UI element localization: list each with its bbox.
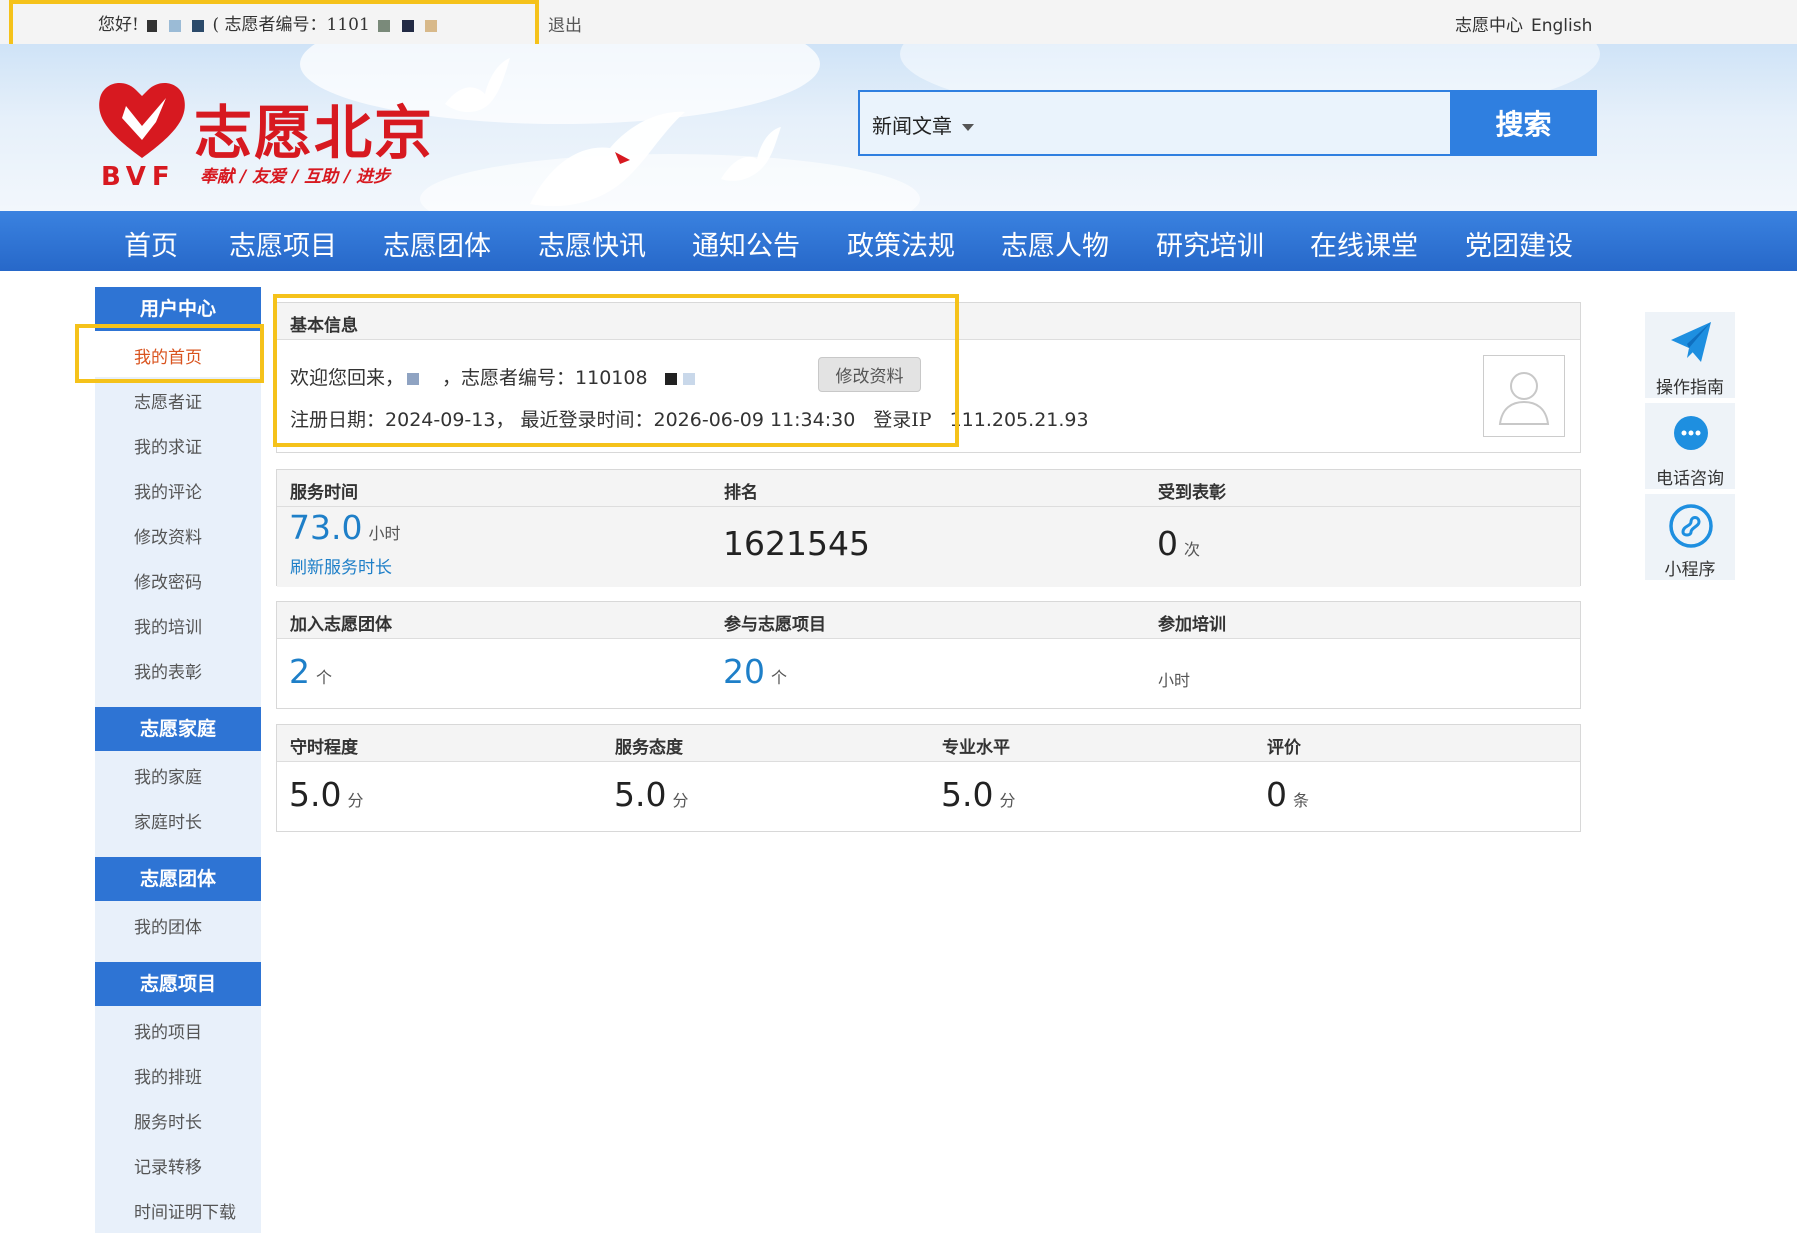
dove-icon xyxy=(445,58,510,113)
logo-slogan: 奉献 / 友爱 / 互助 / 进步 xyxy=(200,167,391,187)
login-ip: 111.205.21.93 xyxy=(949,409,1089,431)
rank-value: 1621545 xyxy=(723,524,870,563)
service-stats-panel xyxy=(276,469,1581,587)
highlight-box xyxy=(273,294,959,447)
nav-item-research[interactable]: 研究培训 xyxy=(1156,224,1264,263)
punctuality-label: 守时程度 xyxy=(290,738,358,758)
training-label: 参加培训 xyxy=(1158,615,1226,635)
projects-value: 20 个 xyxy=(723,652,788,691)
main-nav: 首页 志愿项目 志愿团体 志愿快讯 通知公告 政策法规 志愿人物 研究培训 在线… xyxy=(0,211,1797,271)
logo-text: 志愿北京 xyxy=(194,99,435,167)
sidebar-item-my-schedule[interactable]: 我的排班 xyxy=(134,1063,202,1088)
groups-label: 加入志愿团体 xyxy=(290,615,392,635)
review-label: 评价 xyxy=(1267,738,1301,758)
logout-link[interactable]: 退出 xyxy=(548,11,582,36)
sidebar-item-change-password[interactable]: 修改密码 xyxy=(134,568,202,593)
review-count: 0条 xyxy=(1266,775,1310,814)
highlight-box xyxy=(75,324,264,383)
nav-item-policies[interactable]: 政策法规 xyxy=(847,224,955,263)
sidebar-item-edit-profile[interactable]: 修改资料 xyxy=(134,523,202,548)
evaluation-stats-panel xyxy=(276,724,1581,832)
sidebar-item-record-transfer[interactable]: 记录转移 xyxy=(134,1153,202,1178)
phone-consult-tool[interactable]: 电话咨询 xyxy=(1645,403,1735,489)
phone-consult-label: 电话咨询 xyxy=(1656,469,1724,489)
sidebar-item-time-certificate[interactable]: 时间证明下载 xyxy=(134,1198,236,1223)
participation-stats-panel xyxy=(276,601,1581,709)
sidebar xyxy=(95,287,261,1233)
user-placeholder-icon xyxy=(1498,372,1550,425)
sidebar-section-family[interactable]: 志愿家庭 xyxy=(95,707,261,751)
logo-abbr: BVF xyxy=(101,162,176,192)
sidebar-section-groups[interactable]: 志愿团体 xyxy=(95,857,261,901)
training-unit: 小时 xyxy=(1158,671,1191,690)
mini-program-label: 小程序 xyxy=(1664,560,1716,580)
attitude-score: 5.0 分 xyxy=(614,775,689,814)
mini-program-icon xyxy=(1669,504,1713,548)
sidebar-item-my-verification[interactable]: 我的求证 xyxy=(134,433,202,458)
dove-icon xyxy=(721,127,781,181)
nav-item-home[interactable]: 首页 xyxy=(124,224,178,263)
groups-value: 2个 xyxy=(289,652,333,691)
guide-tool[interactable]: 操作指南 xyxy=(1645,312,1735,398)
search-button[interactable]: 搜索 xyxy=(1450,90,1597,156)
service-time-value: 73.0 小时 xyxy=(289,508,401,547)
nav-item-projects[interactable]: 志愿项目 xyxy=(229,224,337,263)
projects-label: 参与志愿项目 xyxy=(724,615,826,635)
nav-item-notices[interactable]: 通知公告 xyxy=(692,224,800,263)
sidebar-item-service-hours[interactable]: 服务时长 xyxy=(134,1108,202,1133)
guide-label: 操作指南 xyxy=(1656,378,1724,398)
top-right-links: 志愿中心 English xyxy=(1455,11,1592,36)
sidebar-item-family-hours[interactable]: 家庭时长 xyxy=(134,808,202,833)
nav-item-groups[interactable]: 志愿团体 xyxy=(383,224,491,263)
honor-value: 0次 xyxy=(1157,524,1201,563)
service-time-label: 服务时间 xyxy=(290,483,358,503)
sidebar-item-my-groups[interactable]: 我的团体 xyxy=(134,913,202,938)
sidebar-section-projects[interactable]: 志愿项目 xyxy=(95,962,261,1006)
nav-item-courses[interactable]: 在线课堂 xyxy=(1310,224,1418,263)
sidebar-item-my-comments[interactable]: 我的评论 xyxy=(134,478,202,503)
heart-hand-logo-icon xyxy=(99,83,185,158)
paper-plane-icon xyxy=(1671,322,1711,362)
refresh-service-hours-link[interactable]: 刷新服务时长 xyxy=(290,553,392,578)
skill-label: 专业水平 xyxy=(942,738,1010,758)
sidebar-item-my-family[interactable]: 我的家庭 xyxy=(134,763,202,788)
sidebar-item-my-projects[interactable]: 我的项目 xyxy=(134,1018,202,1043)
sidebar-item-my-training[interactable]: 我的培训 xyxy=(134,613,202,638)
dove-icon xyxy=(530,111,685,207)
nav-item-party[interactable]: 党团建设 xyxy=(1465,224,1573,263)
honor-label: 受到表彰 xyxy=(1158,483,1226,503)
sidebar-item-volunteer-card[interactable]: 志愿者证 xyxy=(134,388,202,413)
chat-headset-icon xyxy=(1674,416,1708,450)
nav-item-news[interactable]: 志愿快讯 xyxy=(538,224,646,263)
mini-program-tool[interactable]: 小程序 xyxy=(1645,494,1735,580)
volunteer-center-link[interactable]: 志愿中心 xyxy=(1455,16,1523,36)
chevron-down-icon xyxy=(962,124,974,131)
attitude-label: 服务态度 xyxy=(615,738,683,758)
rank-label: 排名 xyxy=(724,483,758,503)
sidebar-item-my-honors[interactable]: 我的表彰 xyxy=(134,658,202,683)
skill-score: 5.0 分 xyxy=(941,775,1016,814)
search-input[interactable] xyxy=(980,100,1304,148)
english-link[interactable]: English xyxy=(1531,16,1592,36)
nav-item-people[interactable]: 志愿人物 xyxy=(1001,224,1109,263)
punctuality-score: 5.0 分 xyxy=(289,775,364,814)
avatar[interactable] xyxy=(1483,355,1565,437)
search-category-select[interactable]: 新闻文章 xyxy=(872,110,974,139)
